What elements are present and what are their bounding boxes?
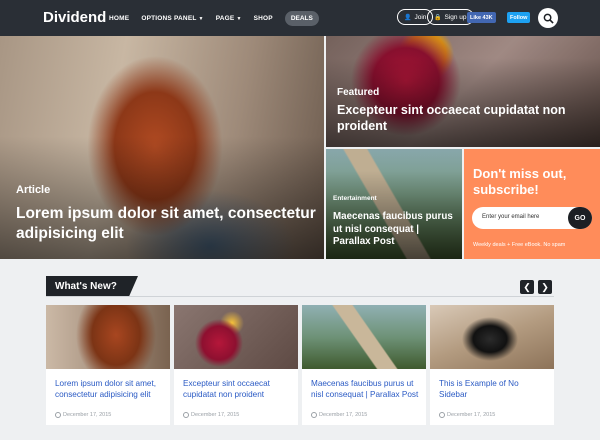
search-button[interactable] <box>538 8 558 28</box>
menu-item-shop[interactable]: SHOP <box>254 15 273 22</box>
post-title[interactable]: This is Example of No Sidebar <box>439 378 549 400</box>
lock-icon: 🔒 <box>434 14 442 21</box>
subscribe-go-button[interactable]: GO <box>568 207 592 229</box>
post-title[interactable]: Lorem ipsum dolor sit amet, consectetur … <box>55 378 165 400</box>
entertainment-title[interactable]: Maecenas faucibus purus ut nisl consequa… <box>333 211 459 249</box>
article-title[interactable]: Lorem ipsum dolor sit amet, consectetur … <box>16 204 316 244</box>
whats-new-heading: What's New? <box>46 276 138 297</box>
clock-icon <box>55 412 61 418</box>
menu-item-page[interactable]: PAGE ▼ <box>216 15 242 22</box>
subscribe-box: Don't miss out, subscribe! Enter your em… <box>464 149 600 259</box>
hero-featured-article[interactable]: Featured Excepteur sint occaecat cupidat… <box>326 36 600 147</box>
post-card[interactable]: Maecenas faucibus purus ut nisl consequa… <box>302 305 426 425</box>
article-category: Article <box>16 184 51 196</box>
menu-item-home[interactable]: HOME <box>109 15 129 22</box>
top-navbar: Dividend HOME OPTIONS PANEL ▼ PAGE ▼ SHOP … <box>0 0 600 36</box>
carousel-next-button[interactable]: ❯ <box>538 280 552 294</box>
post-date: December 17, 2015 <box>439 412 495 418</box>
chevron-right-icon: ❯ <box>541 281 549 292</box>
post-date: December 17, 2015 <box>183 412 239 418</box>
featured-category: Featured <box>337 87 380 98</box>
twitter-follow-button[interactable]: Follow <box>507 12 531 23</box>
carousel-prev-button[interactable]: ❮ <box>520 280 534 294</box>
post-title[interactable]: Excepteur sint occaecat cupidatat non pr… <box>183 378 293 400</box>
site-logo[interactable]: Dividend <box>43 9 106 26</box>
clock-icon <box>183 412 189 418</box>
menu-item-deals[interactable]: DEALS <box>284 10 319 26</box>
user-icon: 👤 <box>404 14 412 21</box>
subscribe-note: Weekly deals + Free eBook. No spam <box>473 242 566 248</box>
post-card[interactable]: This is Example of No Sidebar December 1… <box>430 305 554 425</box>
chevron-down-icon: ▼ <box>198 15 204 22</box>
hero-entertainment-article[interactable]: Entertainment Maecenas faucibus purus ut… <box>326 149 462 259</box>
clock-icon <box>311 412 317 418</box>
clock-icon <box>439 412 445 418</box>
post-date: December 17, 2015 <box>311 412 367 418</box>
post-title[interactable]: Maecenas faucibus purus ut nisl consequa… <box>311 378 421 400</box>
post-card[interactable]: Excepteur sint occaecat cupidatat non pr… <box>174 305 298 425</box>
chevron-down-icon: ▼ <box>236 15 242 22</box>
email-field[interactable]: Enter your email here <box>482 214 539 220</box>
post-card[interactable]: Lorem ipsum dolor sit amet, consectetur … <box>46 305 170 425</box>
post-thumbnail[interactable] <box>46 305 170 369</box>
post-thumbnail[interactable] <box>302 305 426 369</box>
search-icon <box>543 13 554 24</box>
post-thumbnail[interactable] <box>174 305 298 369</box>
subscribe-form: Enter your email here GO <box>472 207 592 229</box>
facebook-like-button[interactable]: Like 43K <box>467 12 496 23</box>
section-divider <box>46 296 554 297</box>
post-date: December 17, 2015 <box>55 412 111 418</box>
featured-title[interactable]: Excepteur sint occaecat cupidatat non pr… <box>337 102 587 135</box>
hero-main-article[interactable]: Article Lorem ipsum dolor sit amet, cons… <box>0 36 324 259</box>
main-menu: HOME OPTIONS PANEL ▼ PAGE ▼ SHOP DEALS <box>109 0 319 36</box>
post-thumbnail[interactable] <box>430 305 554 369</box>
subscribe-heading: Don't miss out, subscribe! <box>473 166 567 198</box>
entertainment-category: Entertainment <box>333 195 377 202</box>
chevron-left-icon: ❮ <box>523 281 531 292</box>
menu-item-options-panel[interactable]: OPTIONS PANEL ▼ <box>141 15 203 22</box>
